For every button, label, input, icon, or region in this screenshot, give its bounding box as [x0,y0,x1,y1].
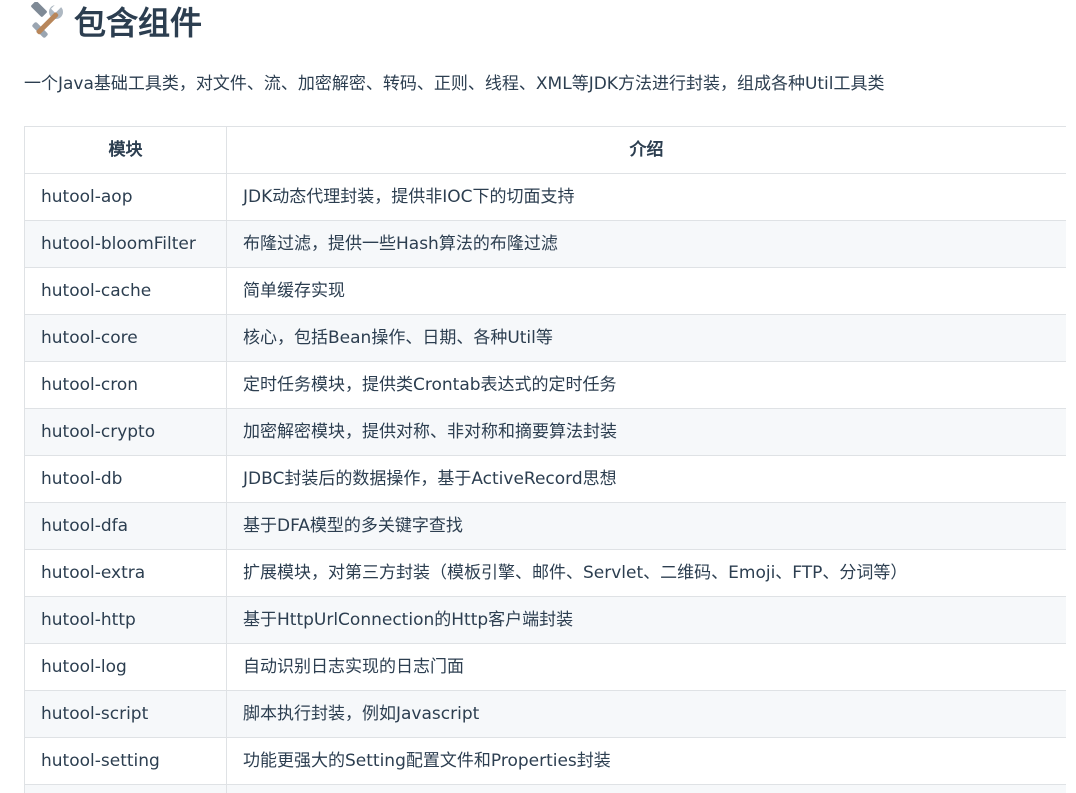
module-name-cell: hutool-script [24,690,227,738]
table-row: hutool-bloomFilter 布隆过滤，提供一些Hash算法的布隆过滤 [24,220,1066,268]
module-description-cell: 基于HttpUrlConnection的Http客户端封装 [226,596,1066,644]
module-name-cell: hutool-core [24,314,227,362]
table-row: hutool-http 基于HttpUrlConnection的Http客户端封装 [24,596,1066,644]
module-description-cell: 核心，包括Bean操作、日期、各种Util等 [226,314,1066,362]
module-name-cell: hutool-aop [24,173,227,221]
module-name-cell: hutool-cache [24,267,227,315]
module-name-cell [24,784,227,793]
table-header-row: 模块 介绍 [24,126,1066,174]
section-heading-text: 包含组件 [74,4,203,42]
column-header-description: 介绍 [226,126,1066,174]
section-heading: 包含组件 [28,0,202,42]
module-description-cell: 自动识别日志实现的日志门面 [226,643,1066,691]
table-row: hutool-core 核心，包括Bean操作、日期、各种Util等 [24,314,1066,362]
column-header-module: 模块 [24,126,227,174]
module-description-cell: 基于DFA模型的多关键字查找 [226,502,1066,550]
table-row: hutool-cron 定时任务模块，提供类Crontab表达式的定时任务 [24,361,1066,409]
table-row: hutool-aop JDK动态代理封装，提供非IOC下的切面支持 [24,173,1066,221]
module-description-cell: 功能更强大的Setting配置文件和Properties封装 [226,737,1066,785]
table-row: hutool-cache 简单缓存实现 [24,267,1066,315]
module-name-cell: hutool-bloomFilter [24,220,227,268]
module-description-cell: 布隆过滤，提供一些Hash算法的布隆过滤 [226,220,1066,268]
component-table-wrapper: 模块 介绍 hutool-aop JDK动态代理封装，提供非IOC下的切面支持 h… [24,126,1066,793]
module-description-cell: JDK动态代理封装，提供非IOC下的切面支持 [226,173,1066,221]
module-name-cell: hutool-db [24,455,227,503]
module-description-cell: 扩展模块，对第三方封装（模板引擎、邮件、Servlet、二维码、Emoji、FT… [226,549,1066,597]
table-row: hutool-db JDBC封装后的数据操作，基于ActiveRecord思想 [24,455,1066,503]
module-description-cell: JDBC封装后的数据操作，基于ActiveRecord思想 [226,455,1066,503]
module-description-cell: 简单缓存实现 [226,267,1066,315]
module-name-cell: hutool-log [24,643,227,691]
module-name-cell: hutool-crypto [24,408,227,456]
table-row: hutool-setting 功能更强大的Setting配置文件和Properti… [24,737,1066,785]
module-name-cell: hutool-setting [24,737,227,785]
table-row: hutool-dfa 基于DFA模型的多关键字查找 [24,502,1066,550]
table-row: hutool-extra 扩展模块，对第三方封装（模板引擎、邮件、Servlet、… [24,549,1066,597]
module-description-cell: 定时任务模块，提供类Crontab表达式的定时任务 [226,361,1066,409]
module-name-cell: hutool-extra [24,549,227,597]
module-name-cell: hutool-http [24,596,227,644]
page: 包含组件 一个Java基础工具类，对文件、流、加密解密、转码、正则、线程、XML… [0,0,1076,793]
module-description-cell [226,784,1066,793]
component-table: 模块 介绍 hutool-aop JDK动态代理封装，提供非IOC下的切面支持 h… [24,126,1066,793]
intro-paragraph: 一个Java基础工具类，对文件、流、加密解密、转码、正则、线程、XML等JDK方… [24,74,885,94]
table-row: hutool-crypto 加密解密模块，提供对称、非对称和摘要算法封装 [24,408,1066,456]
table-row: hutool-log 自动识别日志实现的日志门面 [24,643,1066,691]
module-name-cell: hutool-cron [24,361,227,409]
module-description-cell: 加密解密模块，提供对称、非对称和摘要算法封装 [226,408,1066,456]
table-row [24,784,1066,793]
table-row: hutool-script 脚本执行封装，例如Javascript [24,690,1066,738]
hammer-wrench-icon [28,1,66,40]
module-name-cell: hutool-dfa [24,502,227,550]
module-description-cell: 脚本执行封装，例如Javascript [226,690,1066,738]
